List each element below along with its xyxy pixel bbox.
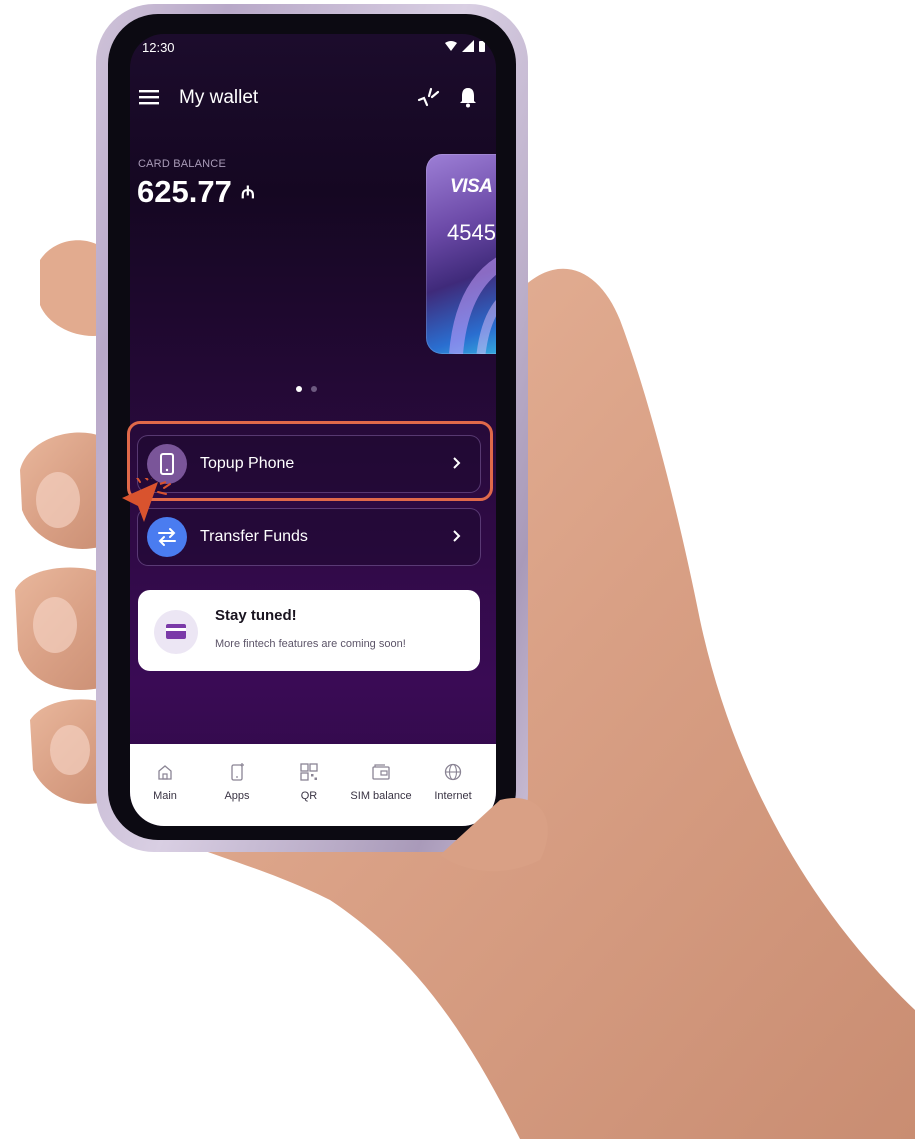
- thumb-overlay: [440, 798, 548, 872]
- scene: 12:30 My wallet CARD BALANCE 625.77 ₼ VI…: [0, 0, 915, 1139]
